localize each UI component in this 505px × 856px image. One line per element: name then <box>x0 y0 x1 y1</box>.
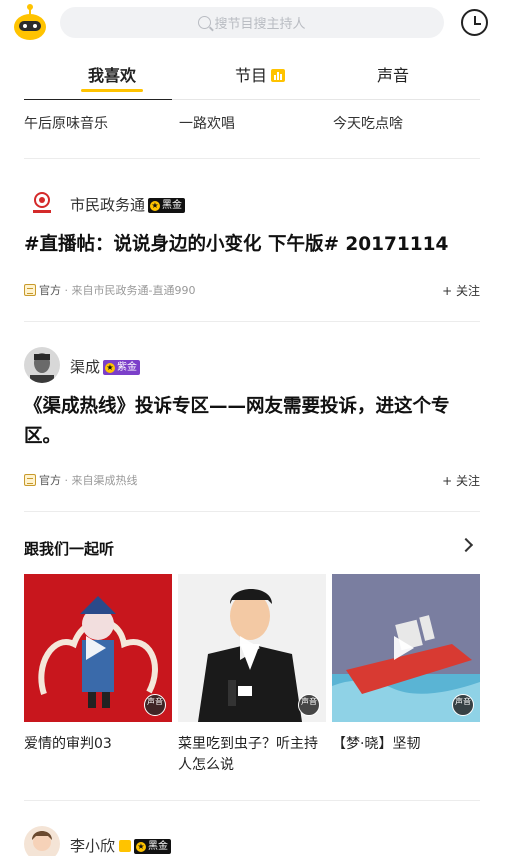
topic-item[interactable]: 午后原味音乐 <box>24 113 108 133</box>
post-source[interactable]: · 来自渠成热线 <box>65 474 138 487</box>
audio-tile[interactable]: 声音 <box>24 574 172 722</box>
tile-caption[interactable]: 菜里吃到虫子？听主持人怎么说 <box>178 734 323 776</box>
search-placeholder: 搜节目搜主持人 <box>214 17 306 32</box>
post-source[interactable]: · 来自市民政务通-直通990 <box>65 284 196 297</box>
official-label: 官方 <box>39 284 61 297</box>
official-icon <box>24 474 36 486</box>
avatar[interactable] <box>24 186 60 222</box>
chevron-right-icon[interactable] <box>458 537 474 553</box>
app-logo-icon[interactable] <box>12 3 48 41</box>
divider <box>24 511 480 512</box>
tab-programs-label: 节目 <box>235 66 268 85</box>
author-name: 渠成 <box>70 358 101 376</box>
follow-button[interactable]: + 关注 <box>442 282 480 299</box>
sound-tag-icon: 声音 <box>144 694 166 716</box>
top-bar: 搜节目搜主持人 <box>0 0 505 46</box>
tabs-divider-rest <box>172 99 480 100</box>
sound-tag-icon: 声音 <box>452 694 474 716</box>
search-input[interactable]: 搜节目搜主持人 <box>60 7 444 38</box>
audio-tile[interactable]: 声音 <box>332 574 480 722</box>
post-title[interactable]: 《渠成热线》投诉专区——网友需要投诉，进这个专区。 <box>24 392 480 452</box>
vip-badge: ★ 紫金 <box>103 360 141 375</box>
post-meta: 官方 · 来自市民政务通-直通990 <box>24 282 195 298</box>
follow-button[interactable]: + 关注 <box>442 472 480 489</box>
bars-icon <box>271 69 286 82</box>
play-icon[interactable] <box>86 636 106 660</box>
post-author[interactable]: 渠成 ★ 紫金 <box>70 356 141 377</box>
tab-likes[interactable]: 我喜欢 <box>88 62 136 86</box>
tab-bar: 我喜欢 节目 声音 <box>0 46 505 100</box>
avatar[interactable] <box>24 347 60 383</box>
tabs-divider <box>24 99 172 100</box>
post-author[interactable]: 李小欣 ★ 黑金 <box>70 835 172 856</box>
vip-badge: ★ 黑金 <box>148 198 186 213</box>
badge-label: 黑金 <box>162 200 183 211</box>
history-clock-icon[interactable] <box>461 9 488 36</box>
tab-programs[interactable]: 节目 <box>235 62 286 86</box>
divider <box>24 800 480 801</box>
play-icon[interactable] <box>394 636 414 660</box>
official-icon <box>24 284 36 296</box>
star-icon: ★ <box>150 201 161 211</box>
badge-label: 紫金 <box>117 362 138 373</box>
official-label: 官方 <box>39 474 61 487</box>
author-name: 市民政务通 <box>70 196 146 214</box>
sound-tag-icon: 声音 <box>298 694 320 716</box>
vip-badge: ★ 黑金 <box>134 839 172 854</box>
post-meta: 官方 · 来自渠成热线 <box>24 472 138 488</box>
avatar[interactable] <box>24 826 60 856</box>
badge-label: 黑金 <box>148 841 169 852</box>
post-author[interactable]: 市民政务通 ★ 黑金 <box>70 194 186 215</box>
gold-icon <box>119 840 132 852</box>
star-icon: ★ <box>105 363 116 373</box>
divider <box>24 321 480 322</box>
tab-active-indicator <box>81 89 143 92</box>
tile-caption[interactable]: 【梦·晓】坚韧 <box>332 734 482 755</box>
post-title[interactable]: #直播帖：说说身边的小变化 下午版# 20171114 <box>24 230 480 260</box>
topic-item[interactable]: 一路欢唱 <box>179 113 235 133</box>
author-name: 李小欣 <box>70 837 116 855</box>
play-icon[interactable] <box>240 636 260 660</box>
tab-sounds[interactable]: 声音 <box>377 62 409 86</box>
audio-tile[interactable]: 声音 <box>178 574 326 722</box>
star-icon: ★ <box>136 842 147 852</box>
search-icon <box>198 16 212 29</box>
topic-item[interactable]: 今天吃点啥 <box>333 113 403 133</box>
divider <box>24 158 480 159</box>
section-title: 跟我们一起听 <box>24 540 115 558</box>
tile-caption[interactable]: 爱情的审判03 <box>24 734 174 755</box>
